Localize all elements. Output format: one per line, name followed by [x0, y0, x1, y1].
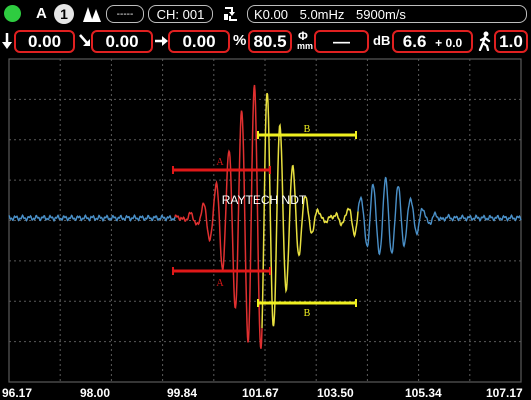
- amplitude-readout[interactable]: 80.5: [248, 30, 292, 53]
- peak-mode-icon[interactable]: [83, 7, 103, 22]
- measurement-bar: 0.00 0.00 0.00 % 80.5 Φ mm — dB 6.6 + 0.…: [0, 28, 531, 54]
- status-indicator: [4, 5, 21, 22]
- probe-connection-icon[interactable]: [221, 4, 241, 24]
- mode-box[interactable]: -----: [106, 5, 144, 23]
- x-tick-label: 103.50: [317, 386, 354, 400]
- probe-settings-box[interactable]: K0.00 5.0mHz 5900m/s: [247, 5, 527, 23]
- probe-frequency: 5.0mHz: [299, 7, 345, 22]
- watermark: RAYTECH NDT: [222, 193, 307, 207]
- x-tick-label: 96.17: [2, 386, 33, 400]
- x-axis-labels: 96.17 98.00 99.84 101.67 103.50 105.34 1…: [0, 386, 531, 400]
- surface-distance-arrow-icon: [79, 34, 90, 46]
- gate-b-label-lower: B: [304, 308, 311, 319]
- depth-arrow-icon: [2, 33, 12, 49]
- x-tick-label: 101.67: [242, 386, 279, 400]
- horizontal-distance-arrow-icon: [155, 36, 168, 46]
- phi-unit: mm: [297, 41, 314, 51]
- gate-b-label-upper: B: [304, 124, 311, 135]
- waveform-baseline-left: [8, 213, 176, 223]
- gate-letter: A: [36, 5, 47, 22]
- step-readout[interactable]: 1.0: [494, 30, 528, 53]
- gate-number-badge[interactable]: 1: [54, 4, 74, 24]
- waveform-tail-right: [357, 176, 522, 256]
- gate-a-label-lower: A: [216, 278, 224, 289]
- horizontal-distance-readout[interactable]: 0.00: [168, 30, 230, 53]
- gain-offset: + 0.0: [435, 36, 463, 50]
- x-tick-label: 107.17: [486, 386, 523, 400]
- depth-readout[interactable]: 0.00: [14, 30, 75, 53]
- percent-unit: %: [233, 32, 247, 49]
- db-label: dB: [373, 33, 391, 48]
- phi-readout[interactable]: —: [314, 30, 369, 53]
- a-scan-svg: RAYTECH NDT A A B B: [8, 58, 522, 383]
- channel-box[interactable]: CH: 001: [148, 5, 213, 23]
- x-tick-label: 105.34: [405, 386, 442, 400]
- a-scan-display[interactable]: RAYTECH NDT A A B B: [0, 55, 531, 386]
- gain-readout[interactable]: 6.6 + 0.0: [392, 30, 473, 53]
- x-tick-label: 98.00: [80, 386, 111, 400]
- walking-person-icon: [478, 31, 491, 51]
- probe-angle: K0.00: [254, 7, 288, 22]
- sound-velocity: 5900m/s: [356, 7, 406, 22]
- x-tick-label: 99.84: [167, 386, 198, 400]
- gain-value: 6.6: [402, 32, 427, 51]
- waveform-gate-a-segment: [174, 84, 263, 349]
- top-status-bar: A 1 ----- CH: 001 K0.00 5.0mHz 5900m/s: [0, 0, 531, 28]
- surface-distance-readout[interactable]: 0.00: [91, 30, 153, 53]
- gate-a-label-upper: A: [216, 157, 224, 168]
